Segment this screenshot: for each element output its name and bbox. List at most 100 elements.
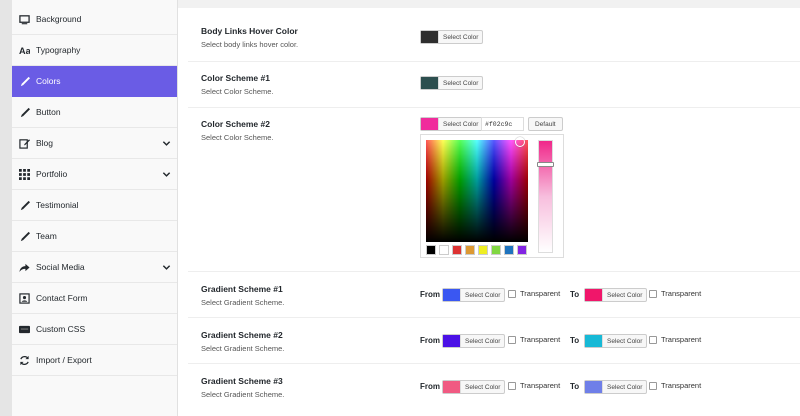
color-swatch [421,77,438,89]
select-color-label: Select Color [602,335,646,347]
color-swatch [443,335,460,347]
checkbox[interactable] [649,289,657,298]
sidebar-item-colors[interactable]: Colors [12,66,177,97]
transparent-label: Transparent [520,289,561,298]
from-color-button[interactable]: Select Color [442,334,506,348]
slider-handle[interactable] [537,162,554,167]
palette [426,245,527,255]
from-label: From [420,382,440,391]
option-gradient-scheme-1: Gradient Scheme #1 Select Gradient Schem… [188,272,800,318]
option-color-scheme-1: Color Scheme #1 Select Color Scheme. Sel… [188,62,800,108]
option-desc: Select Color Scheme. [201,133,274,142]
transparent-label: Transparent [661,381,702,390]
chevron-down-icon[interactable] [162,139,171,148]
sidebar-item-team[interactable]: Team [12,221,177,252]
chevron-down-icon[interactable] [162,263,171,272]
to-color-button[interactable]: Select Color [584,334,648,348]
from-label: From [420,336,440,345]
color-swatch [421,118,438,130]
select-color-label: Select Color [602,381,646,393]
left-edge-strip [0,0,12,416]
sidebar-item-social-media[interactable]: Social Media [12,252,177,283]
sidebar-item-contact-form[interactable]: Contact Form [12,283,177,314]
palette-swatch[interactable] [439,245,449,255]
saturation-square[interactable] [426,137,528,242]
to-label: To [570,290,580,299]
options-main: Body Links Hover Color Select body links… [178,8,800,416]
sidebar-item-label: Colors [36,76,61,86]
transparent-label: Transparent [661,289,702,298]
default-button[interactable]: Default [528,117,563,131]
sidebar-item-label: Custom CSS [36,324,86,334]
sidebar-item-label: Import / Export [36,355,92,365]
options-sidebar: Background Aa Typography Colors Button B… [12,0,178,416]
from-color-button[interactable]: Select Color [442,380,506,394]
palette-swatch[interactable] [465,245,475,255]
option-title: Gradient Scheme #2 [201,330,283,340]
edit-icon [19,138,30,149]
to-transparent-checkbox[interactable]: Transparent [649,381,701,390]
typography-icon: Aa [19,45,30,56]
checkbox[interactable] [649,335,657,344]
svg-text:Aa: Aa [19,46,30,56]
sidebar-item-button[interactable]: Button [12,97,177,128]
sidebar-item-background[interactable]: Background [12,0,177,35]
select-color-button[interactable]: Select Color [420,30,484,44]
transparent-label: Transparent [520,381,561,390]
select-color-button-active[interactable]: Select Color [420,117,484,131]
hex-color-input[interactable] [481,117,524,131]
select-color-label: Select Color [460,381,504,393]
color-swatch [585,289,602,301]
option-desc: Select Gradient Scheme. [201,298,285,307]
checkbox[interactable] [508,289,516,298]
select-color-label: Select Color [460,289,504,301]
palette-swatch[interactable] [517,245,527,255]
to-color-button[interactable]: Select Color [584,380,648,394]
option-title: Body Links Hover Color [201,26,298,36]
from-transparent-checkbox[interactable]: Transparent [508,289,560,298]
css-icon [19,324,30,335]
select-color-button[interactable]: Select Color [420,76,484,90]
palette-swatch[interactable] [426,245,436,255]
to-transparent-checkbox[interactable]: Transparent [649,289,701,298]
sidebar-item-typography[interactable]: Aa Typography [12,35,177,66]
sidebar-item-testimonial[interactable]: Testimonial [12,190,177,221]
palette-swatch[interactable] [491,245,501,255]
sidebar-item-custom-css[interactable]: Custom CSS [12,314,177,345]
sidebar-item-label: Blog [36,138,54,148]
chevron-down-icon[interactable] [162,170,171,179]
option-gradient-scheme-3: Gradient Scheme #3 Select Gradient Schem… [188,364,800,416]
to-label: To [570,382,580,391]
from-color-button[interactable]: Select Color [442,288,506,302]
brush-icon [19,231,30,242]
sidebar-item-label: Typography [36,45,81,55]
checkbox[interactable] [508,335,516,344]
color-swatch [421,31,438,43]
sidebar-item-label: Portfolio [36,169,68,179]
sidebar-item-blog[interactable]: Blog [12,128,177,159]
palette-swatch[interactable] [504,245,514,255]
color-swatch [585,381,602,393]
checkbox[interactable] [508,381,516,390]
sidebar-item-portfolio[interactable]: Portfolio [12,159,177,190]
select-color-label: Select Color [438,118,482,130]
to-transparent-checkbox[interactable]: Transparent [649,335,701,344]
brush-icon [19,200,30,211]
option-title: Gradient Scheme #3 [201,376,283,386]
top-bar [178,0,800,8]
checkbox[interactable] [649,381,657,390]
palette-swatch[interactable] [478,245,488,255]
color-picker [420,134,564,258]
from-transparent-checkbox[interactable]: Transparent [508,381,560,390]
sidebar-item-import-export[interactable]: Import / Export [12,345,177,376]
contact-card-icon [19,292,30,304]
palette-swatch[interactable] [452,245,462,255]
select-color-label: Select Color [438,31,482,43]
refresh-icon [19,355,30,366]
option-color-scheme-2: Color Scheme #2 Select Color Scheme. Sel… [188,108,800,272]
sidebar-item-label: Social Media [36,262,85,272]
to-color-button[interactable]: Select Color [584,288,648,302]
lightness-slider[interactable] [537,140,554,253]
from-transparent-checkbox[interactable]: Transparent [508,335,560,344]
picker-cursor[interactable] [515,137,525,147]
